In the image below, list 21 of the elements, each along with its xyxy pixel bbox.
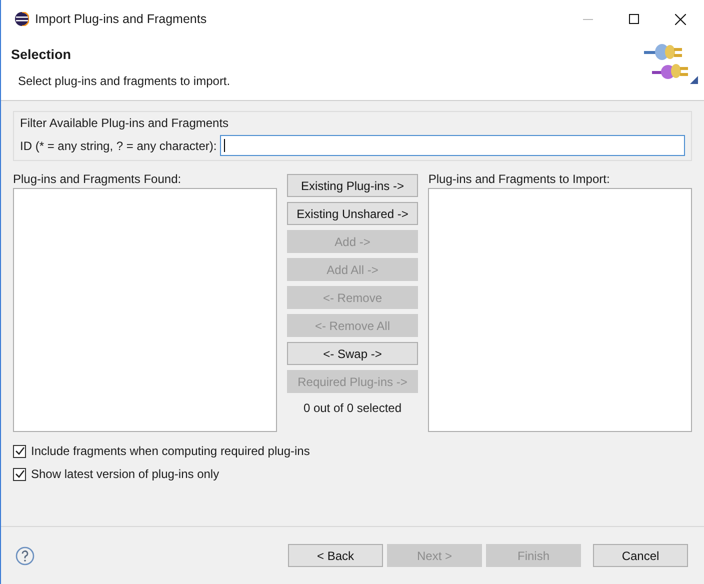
checkbox-label: Show latest version of plug-ins only [31,466,220,483]
list-label: Plug-ins and Fragments to Import: [428,171,611,188]
field-label: ID (* = any string, ? = any character): [20,138,217,154]
checkbox-label: Include fragments when computing required plug-ins [31,443,310,460]
id-input-field[interactable] [220,135,685,156]
page-title: Selection [11,46,72,64]
window-title: Import Plug-ins and Fragments [35,10,207,28]
selection-count: 0 out of 0 selected [303,400,402,417]
action-button[interactable]: Existing Plug-ins -> [286,174,418,197]
list-label: Plug-ins and Fragments Found: [13,171,182,188]
close-icon[interactable] [675,14,686,24]
help-icon[interactable] [15,546,35,566]
group-label: Filter Available Plug-ins and Fragments [20,115,230,132]
action-button[interactable]: Existing Unshared -> [286,202,418,225]
wizard-button[interactable]: Cancel [593,544,688,567]
wizard-button[interactable]: < Back [288,544,383,567]
checkbox[interactable] [13,468,26,480]
action-button[interactable]: <- Swap -> [286,342,418,365]
page-description: Select plug-ins and fragments to import. [18,73,232,90]
checkbox[interactable] [13,444,26,458]
app-icon [15,12,29,26]
